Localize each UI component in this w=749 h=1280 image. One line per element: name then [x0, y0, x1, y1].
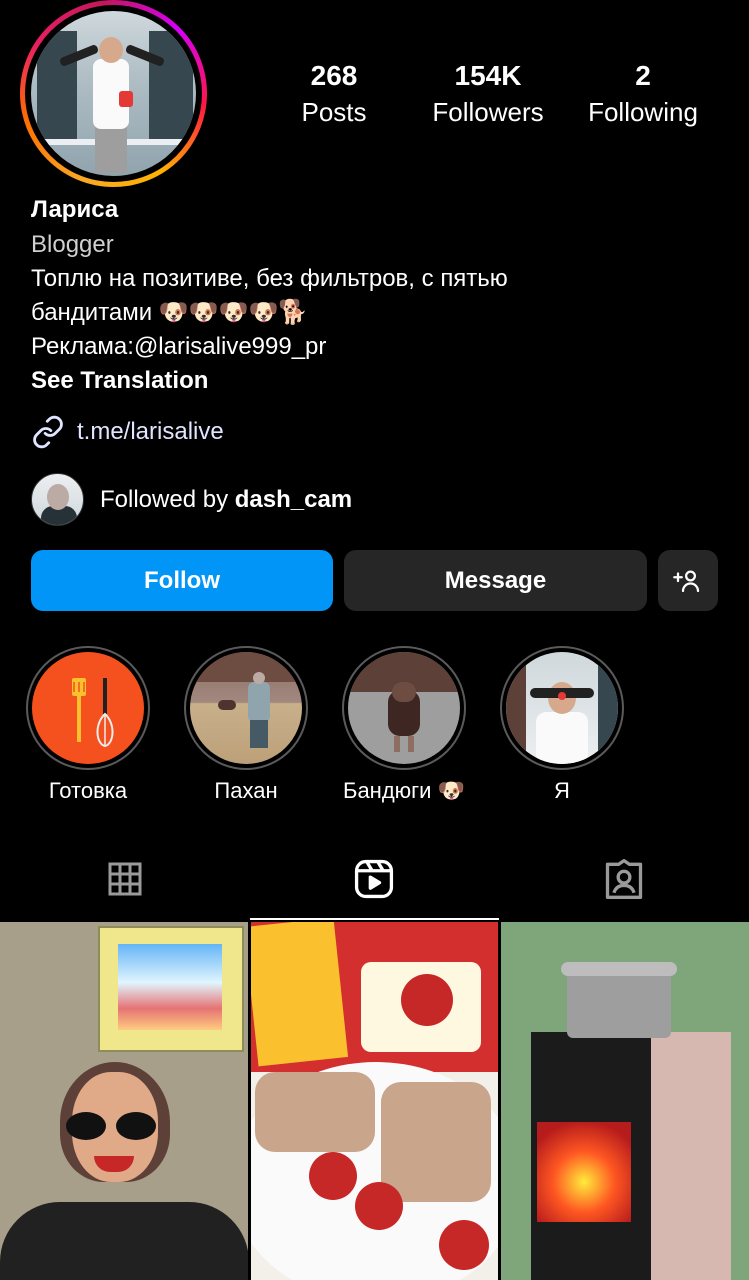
profile-photo	[31, 11, 196, 176]
highlight-cooking-cover	[32, 652, 144, 764]
highlight-me-cover	[506, 652, 618, 764]
reels-icon	[352, 857, 396, 901]
posts-label: Posts	[301, 97, 367, 127]
display-name: Лариса	[31, 196, 119, 223]
highlight-dad-cover	[190, 652, 302, 764]
reels-grid	[0, 922, 749, 1280]
highlight-label: Я	[554, 778, 570, 803]
profile-stats: 268 Posts 154K Followers 2 Following	[260, 58, 740, 130]
followers-label: Followers	[432, 97, 544, 127]
highlight-item[interactable]: Пахан	[184, 646, 308, 804]
follower-username[interactable]: dash_cam	[235, 486, 352, 513]
profile-tabs	[0, 836, 749, 922]
bio-line-2: бандитами 🐶🐶🐶🐶🐕	[31, 299, 309, 326]
link-text[interactable]: t.me/larisalive	[77, 418, 224, 446]
tab-tagged[interactable]	[499, 836, 749, 922]
reel-thumbnail[interactable]	[501, 922, 749, 1280]
profile-category: Blogger	[31, 231, 114, 258]
grid-icon	[105, 859, 145, 899]
tab-posts[interactable]	[0, 836, 250, 922]
followed-by-row[interactable]: Followed by dash_cam	[31, 473, 352, 526]
highlight-item[interactable]: Я	[500, 646, 624, 804]
add-user-button[interactable]	[658, 550, 718, 611]
tagged-icon	[602, 857, 646, 901]
link-icon	[31, 415, 65, 449]
message-button[interactable]: Message	[344, 550, 647, 611]
highlight-item[interactable]: Бандюги 🐶	[342, 646, 466, 804]
posts-stat[interactable]: 268 Posts	[260, 58, 408, 130]
highlight-label: Пахан	[214, 778, 278, 803]
following-label: Following	[588, 97, 698, 127]
person-plus-icon	[673, 566, 703, 596]
followers-stat[interactable]: 154K Followers	[408, 58, 568, 130]
highlight-label: Готовка	[48, 778, 128, 803]
highlight-label: Бандюги 🐶	[343, 778, 465, 803]
reel-thumbnail[interactable]	[0, 922, 248, 1280]
follow-button[interactable]: Follow	[31, 550, 333, 611]
following-count: 2	[635, 60, 651, 91]
profile-bio: Лариса Blogger Топлю на позитиве, без фи…	[31, 194, 731, 398]
tab-reels[interactable]	[249, 836, 500, 922]
spatula-whisk-icon	[72, 678, 114, 748]
bio-line-3[interactable]: Реклама:@larisalive999_pr	[31, 330, 731, 364]
reel-thumbnail[interactable]	[250, 922, 499, 1280]
following-stat[interactable]: 2 Following	[568, 58, 718, 130]
posts-count: 268	[310, 60, 358, 91]
profile-link[interactable]: t.me/larisalive	[31, 415, 224, 449]
profile-avatar[interactable]	[20, 0, 207, 187]
bio-line-1: Топлю на позитиве, без фильтров, с пятью	[31, 265, 508, 292]
highlight-item[interactable]: Готовка	[26, 646, 150, 804]
highlight-dogs-cover	[348, 652, 460, 764]
follower-avatar	[31, 473, 84, 526]
see-translation-link[interactable]: See Translation	[31, 364, 731, 398]
followers-count: 154K	[454, 60, 522, 91]
followed-by-text: Followed by dash_cam	[100, 485, 353, 513]
